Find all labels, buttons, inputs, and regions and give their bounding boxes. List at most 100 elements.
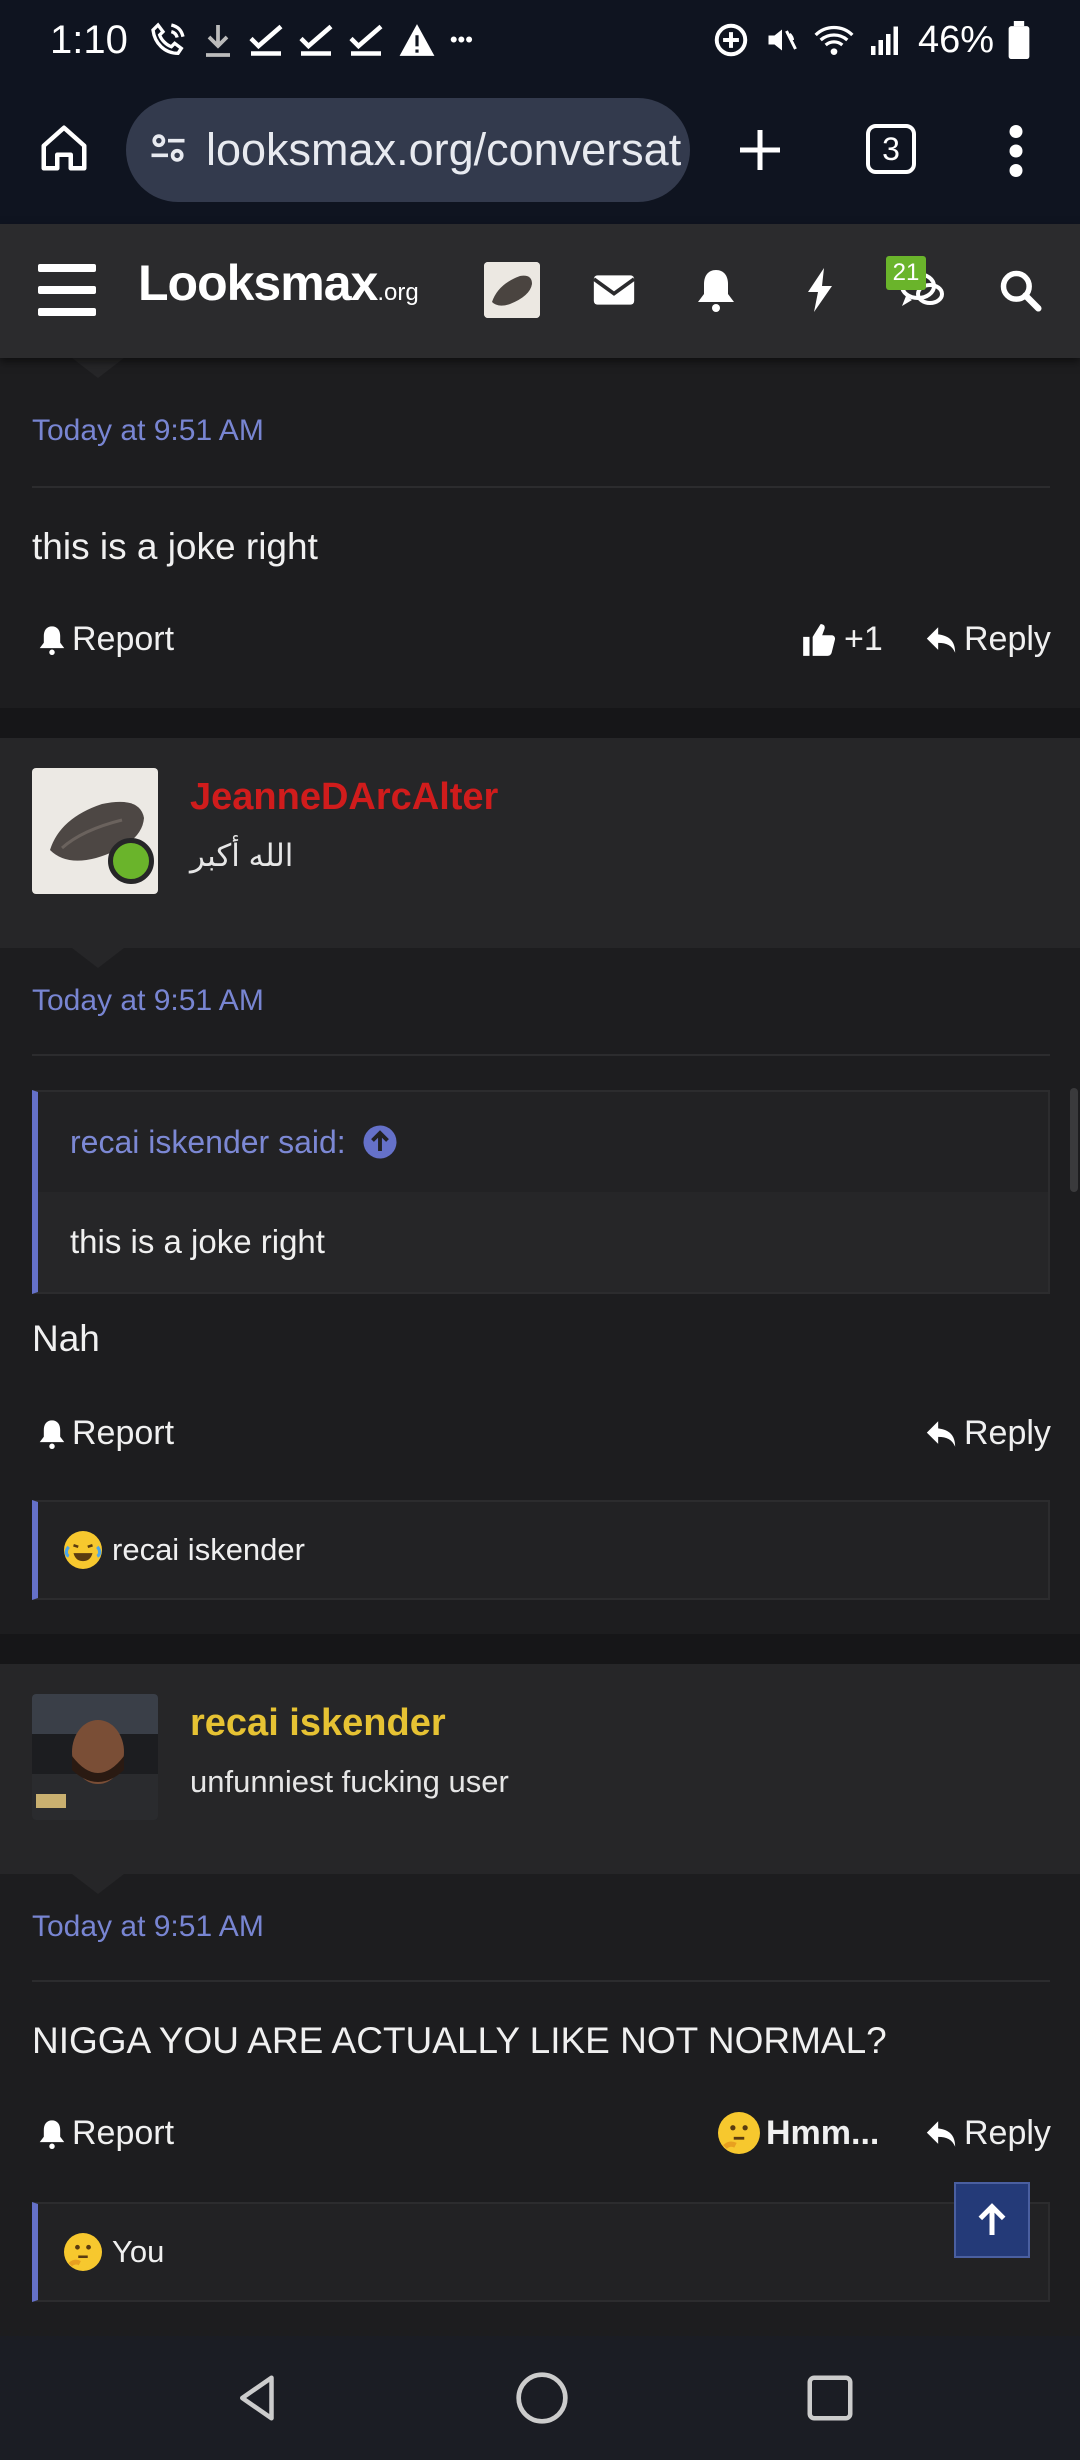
recents-button[interactable] [798,2366,862,2430]
check-icon [348,22,384,58]
browser-toolbar: looksmax.org/conversat 3 [0,80,1080,224]
reaction-button[interactable]: Hmm... [718,2112,879,2154]
report-button[interactable]: Report [38,620,174,659]
quote-author[interactable]: recai iskender said: [70,1124,346,1161]
download-icon [202,22,234,58]
scroll-to-top-button[interactable] [954,2182,1030,2258]
user-block-pointer [72,948,124,968]
divider [32,1054,1050,1056]
site-settings-icon[interactable] [146,126,190,175]
report-label: Report [72,620,175,658]
battery-percent: 46% [917,18,994,61]
thumbs-up-icon [803,623,836,656]
data-saver-icon [712,21,750,59]
conversation-content: Today at 9:51 AM this is a joke right Re… [0,358,1080,2336]
user-avatar[interactable] [32,1694,158,1820]
tab-switcher-button[interactable]: 3 [866,124,916,174]
message-text: this is a joke right [32,526,318,567]
user-title: الله أكبر [190,838,294,873]
bell-icon [39,625,65,655]
search-icon[interactable] [992,262,1048,318]
scrollbar-thumb[interactable] [1070,1088,1078,1192]
check-icon [298,22,334,58]
message-text: NIGGA YOU ARE ACTUALLY LIKE NOT NORMAL? [32,2020,887,2061]
reply-label: Reply [964,1414,1051,1452]
wifi-icon [814,22,854,58]
username[interactable]: recai iskender [190,1702,446,1745]
post-separator [0,708,1080,738]
reactions-bar[interactable]: You [32,2202,1050,2302]
divider [32,1980,1050,1982]
reaction-user[interactable]: You [112,2234,164,2270]
report-label: Report [72,1414,175,1452]
site-logo[interactable]: Lᴏᴏksmax.org [138,254,419,312]
home-button[interactable] [32,116,96,180]
like-count: +1 [844,620,883,658]
reactions-bar[interactable]: recai iskender [32,1500,1050,1600]
browser-menu-button[interactable] [996,116,1036,186]
online-indicator [108,838,154,884]
bell-icon [39,1419,65,1449]
reply-icon [926,2120,956,2147]
thinking-emoji-icon [718,2112,760,2154]
bell-icon[interactable] [688,262,744,318]
quote-text: this is a joke right [38,1192,1048,1292]
account-avatar[interactable] [484,262,540,318]
status-bar: 1:10 ••• 46% [0,0,1080,80]
reply-label: Reply [964,2114,1051,2152]
user-block-pointer [72,358,124,378]
plus-icon [740,130,780,170]
like-button[interactable]: +1 [800,620,883,659]
notification-badge: 21 [886,256,926,290]
check-icon [248,22,284,58]
reply-icon [926,626,956,653]
mail-icon[interactable] [586,262,642,318]
back-button[interactable] [226,2366,290,2430]
address-bar[interactable]: looksmax.org/conversat [126,98,690,202]
thinking-emoji-icon [64,2233,102,2271]
circle-home-icon [516,2372,568,2424]
status-time: 1:10 [50,17,128,62]
reply-button[interactable]: Reply [924,620,1051,659]
home-nav-button[interactable] [510,2366,574,2430]
post-separator [0,1634,1080,1664]
user-block-pointer [72,1874,124,1894]
back-icon [240,2375,274,2421]
new-tab-button[interactable] [728,118,792,182]
more-notifications-icon: ••• [449,27,473,52]
lightning-icon[interactable] [792,262,848,318]
user-title: unfunniest fucking user [190,1764,509,1799]
user-block: recai iskender unfunniest fucking user [0,1664,1080,1874]
user-block: JeanneDArcAlter الله أكبر [0,738,1080,948]
reply-button[interactable]: Reply [924,2114,1051,2153]
site-header: Lᴏᴏksmax.org [0,224,1080,358]
arrow-up-circle-icon [363,1125,397,1159]
quote-block: recai iskender said: this is a joke righ… [32,1090,1050,1294]
quote-header[interactable]: recai iskender said: [38,1092,1048,1192]
more-vert-icon [1009,125,1023,177]
reply-button[interactable]: Reply [924,1414,1051,1453]
post-timestamp[interactable]: Today at 9:51 AM [32,414,264,448]
reply-icon [926,1420,956,1447]
reaction-user[interactable]: recai iskender [112,1532,305,1568]
recents-icon [807,2375,853,2421]
url-text: looksmax.org/conversat [206,124,682,175]
reply-label: Reply [964,620,1051,658]
report-button[interactable]: Report [38,2114,174,2153]
post-timestamp[interactable]: Today at 9:51 AM [32,1910,264,1944]
reaction-label: Hmm... [766,2113,880,2152]
wifi-call-icon [148,20,188,60]
message-text: Nah [32,1318,100,1359]
signal-icon [868,22,904,58]
arrow-up-icon [978,2203,1006,2235]
laughing-crying-emoji-icon [64,1531,102,1569]
report-button[interactable]: Report [38,1414,174,1453]
warning-icon [398,22,436,58]
username[interactable]: JeanneDArcAlter [190,776,498,819]
system-nav-bar [0,2336,1080,2460]
battery-icon [1008,21,1030,59]
post-timestamp[interactable]: Today at 9:51 AM [32,984,264,1018]
home-icon [41,125,87,171]
menu-icon[interactable] [38,264,96,316]
divider [32,486,1050,488]
